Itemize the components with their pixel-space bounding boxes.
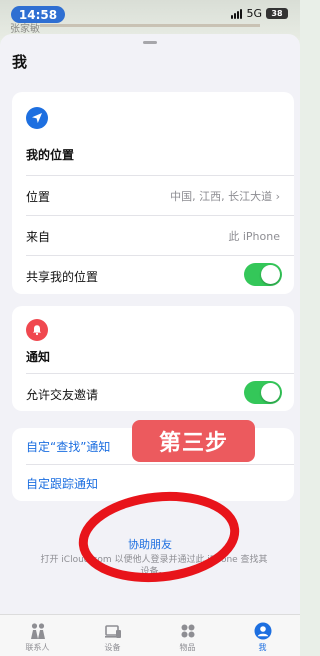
status-bar: 14:58 5G 38 [0, 0, 300, 30]
custom-tracking-notifications-link[interactable]: 自定跟踪通知 [26, 464, 294, 499]
toggle-knob [261, 383, 280, 402]
tab-items-label: 物品 [179, 643, 196, 652]
me-icon [254, 622, 271, 640]
from-label: 来自 [26, 230, 51, 244]
location-row[interactable]: 位置 中国, 江西, 长江大道 › [26, 175, 294, 215]
share-location-label: 共享我的位置 [26, 270, 99, 284]
signal-icon [231, 8, 243, 19]
location-arrow-icon [26, 107, 48, 129]
status-indicators: 5G 38 [231, 7, 288, 20]
page-title: 我 [12, 53, 28, 71]
tab-devices-label: 设备 [104, 643, 121, 652]
help-friend-link[interactable]: 协助朋友 [0, 536, 300, 552]
step-annotation: 第三步 [132, 420, 255, 462]
share-location-toggle[interactable] [244, 263, 282, 286]
from-value: 此 iPhone [228, 230, 280, 243]
tab-me[interactable]: 我 [225, 615, 300, 656]
notification-card: 通知 允许交友邀请 [12, 306, 294, 411]
me-sheet: 我 我的位置 位置 中国, 江西, 长江大道 › 来自 此 iPhone 共享我… [0, 34, 300, 614]
notification-heading: 通知 [26, 350, 51, 364]
share-location-row: 共享我的位置 [26, 255, 294, 294]
tab-devices[interactable]: 设备 [75, 615, 150, 656]
allow-invites-toggle[interactable] [244, 381, 282, 404]
network-label: 5G [246, 7, 262, 20]
tab-people-label: 联系人 [25, 643, 50, 652]
tab-bar: 联系人 设备 物品 我 [0, 614, 300, 656]
devices-icon [104, 625, 121, 638]
tab-me-label: 我 [258, 643, 267, 652]
location-label: 位置 [26, 190, 51, 204]
battery-level: 38 [271, 9, 283, 18]
location-heading: 我的位置 [26, 148, 75, 162]
bell-icon [26, 319, 48, 341]
battery-icon: 38 [266, 8, 288, 19]
toggle-knob [261, 265, 280, 284]
sheet-grabber[interactable] [143, 41, 157, 44]
status-time: 14:58 [11, 6, 65, 23]
tab-items[interactable]: 物品 [150, 615, 225, 656]
custom-tracking-label: 自定跟踪通知 [26, 477, 99, 491]
location-card: 我的位置 位置 中国, 江西, 长江大道 › 来自 此 iPhone 共享我的位… [12, 92, 294, 294]
allow-invites-label: 允许交友邀请 [26, 388, 99, 402]
allow-invites-row: 允许交友邀请 [26, 373, 294, 411]
custom-find-label: 自定“查找”通知 [26, 440, 111, 454]
items-icon [181, 624, 194, 638]
people-icon [30, 623, 45, 639]
help-footer-note: 打开 iCloud.com 以便他人登录并通过此 iPhone 查找其设备。 [40, 555, 268, 577]
location-value: 中国, 江西, 长江大道 › [170, 190, 280, 203]
tab-people[interactable]: 联系人 [0, 615, 75, 656]
from-row: 来自 此 iPhone [26, 215, 294, 255]
